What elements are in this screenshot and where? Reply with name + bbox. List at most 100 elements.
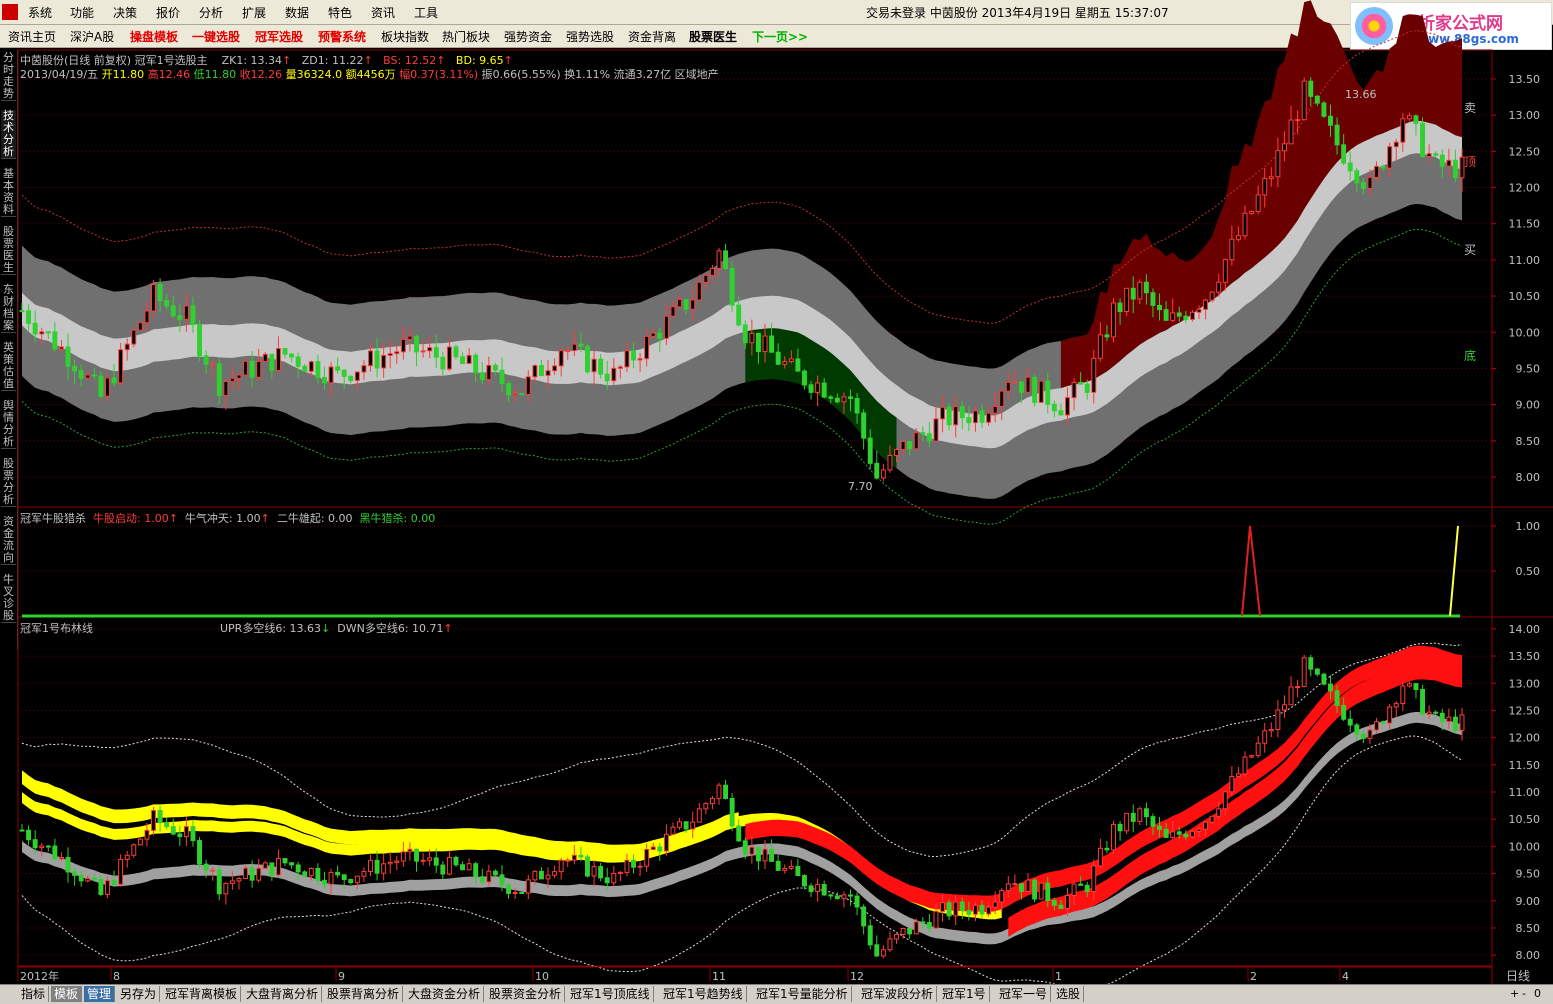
y-tick-label: 13.00 (1509, 677, 1541, 690)
boll-candle (953, 901, 959, 917)
bottom-tab-3[interactable]: 另存为 (117, 986, 161, 1002)
bottom-control-0[interactable]: + (1510, 987, 1519, 1000)
boll-candle (1314, 668, 1320, 675)
boll-candle (433, 857, 439, 866)
bottom-tab-1[interactable]: 模板 (51, 986, 83, 1002)
y-tick-label: 8.00 (1516, 471, 1541, 484)
main-candle (1051, 403, 1057, 412)
bottom-control-2[interactable]: 0 (1534, 987, 1541, 1000)
boll-candle (249, 867, 255, 881)
main-candle (354, 371, 360, 381)
boll-candle (19, 829, 25, 832)
main-candle (473, 354, 479, 374)
main-candle (65, 346, 71, 367)
main-candle (1282, 143, 1287, 152)
main-candle (861, 412, 867, 439)
boll-candle (769, 848, 775, 862)
bottom-tab-12[interactable]: 冠军波段分析 (858, 986, 938, 1002)
ohlc-info: 2013/04/19/五 开11.80 高12.46 低11.80 收12.26… (20, 66, 719, 82)
main-candle (631, 350, 636, 361)
bottom-tab-10[interactable]: 冠军1号趋势线 (660, 986, 747, 1002)
main-candle (769, 335, 775, 353)
boll-candle (696, 808, 702, 823)
boll-header: 冠军1号布林线 UPR多空线6: 13.63↓ DWN多空线6: 10.71↑ (20, 622, 453, 635)
boll-candle (1295, 686, 1301, 689)
main-candle (1032, 376, 1038, 403)
main-candle (874, 462, 880, 479)
main-candle (19, 310, 25, 313)
main-candle (585, 345, 590, 373)
bottom-tab-11[interactable]: 冠军1号量能分析 (753, 986, 852, 1002)
boll-candle (1032, 879, 1038, 900)
bottom-tab-14[interactable]: 冠军一号 (996, 986, 1052, 1002)
bottom-tab-0[interactable]: 指标 (18, 986, 50, 1002)
boll-candle (1058, 904, 1064, 910)
boll-candle (841, 894, 847, 900)
boll-candle (1249, 755, 1255, 758)
y-tick-label: 9.50 (1516, 868, 1541, 881)
boll-candle (631, 859, 636, 868)
bottom-tab-7[interactable]: 大盘资金分析 (405, 986, 485, 1002)
boll-candle (861, 906, 867, 927)
bottom-control-1[interactable]: - (1522, 987, 1526, 1000)
bottom-tab-9[interactable]: 冠军1号顶底线 (567, 986, 654, 1002)
ohlc-low: 低11.80 (193, 68, 237, 81)
low-label: 7.70 (848, 480, 873, 493)
y-tick-label: 10.50 (1509, 290, 1541, 303)
boll-candle (644, 848, 650, 867)
y-tick-label: 9.00 (1516, 895, 1541, 908)
boll-candle (1150, 816, 1156, 827)
main-candle (795, 358, 801, 372)
main-candle (1354, 170, 1360, 184)
boll-candle (1130, 812, 1136, 822)
boll-candle (282, 858, 288, 864)
main-candle (755, 332, 761, 353)
main-candle (972, 410, 978, 424)
boll-candle (223, 882, 229, 895)
y-tick-label: 9.00 (1516, 399, 1541, 412)
bottom-tab-2[interactable]: 管理 (84, 986, 116, 1002)
main-candle (1045, 380, 1051, 405)
boll-candle (1288, 686, 1294, 706)
main-candle (946, 406, 952, 426)
boll-candle (486, 870, 492, 883)
main-candle (1262, 177, 1268, 196)
main-candle (479, 372, 485, 381)
stock-chart[interactable]: 8.008.509.009.5010.0010.5011.0011.5012.0… (0, 0, 1553, 1003)
high-label: 13.66 (1345, 88, 1377, 101)
bottom-tab-13[interactable]: 冠军1号 (939, 986, 990, 1002)
bottom-tab-6[interactable]: 股票背离分析 (324, 986, 404, 1002)
boll-candle (723, 784, 729, 799)
boll-candle (703, 803, 709, 810)
boll-candle (729, 797, 735, 827)
boll-candle (1025, 879, 1031, 892)
main-candle (275, 348, 281, 371)
bottom-tab-4[interactable]: 冠军背离模板 (162, 986, 242, 1002)
bottom-tab-15[interactable]: 选股 (1053, 986, 1085, 1002)
main-candle (440, 356, 446, 370)
boll-candle (269, 862, 275, 876)
boll-candle (105, 880, 110, 895)
boll-candle (1038, 882, 1044, 900)
boll-dwn: DWN多空线6: 10.71 (337, 622, 444, 635)
main-candle (716, 250, 722, 269)
main-candle (394, 351, 400, 355)
boll-candle (578, 854, 584, 858)
main-candle (1328, 115, 1333, 126)
boll-candle (1012, 883, 1018, 886)
boll-candle (374, 859, 380, 874)
bottom-tab-5[interactable]: 大盘背离分析 (243, 986, 323, 1002)
main-candle (624, 350, 630, 368)
bottom-tab-8[interactable]: 股票资金分析 (486, 986, 566, 1002)
main-candle (164, 300, 170, 307)
main-candle (736, 304, 742, 326)
main-candle (1387, 146, 1393, 169)
main-candle (894, 449, 899, 456)
boll-candle (1321, 673, 1327, 685)
main-candle (900, 441, 906, 451)
boll-candle (946, 902, 952, 917)
boll-candle (854, 895, 860, 908)
boll-candle (1413, 683, 1419, 690)
main-candle (1249, 210, 1255, 214)
boll-candle (387, 861, 393, 865)
